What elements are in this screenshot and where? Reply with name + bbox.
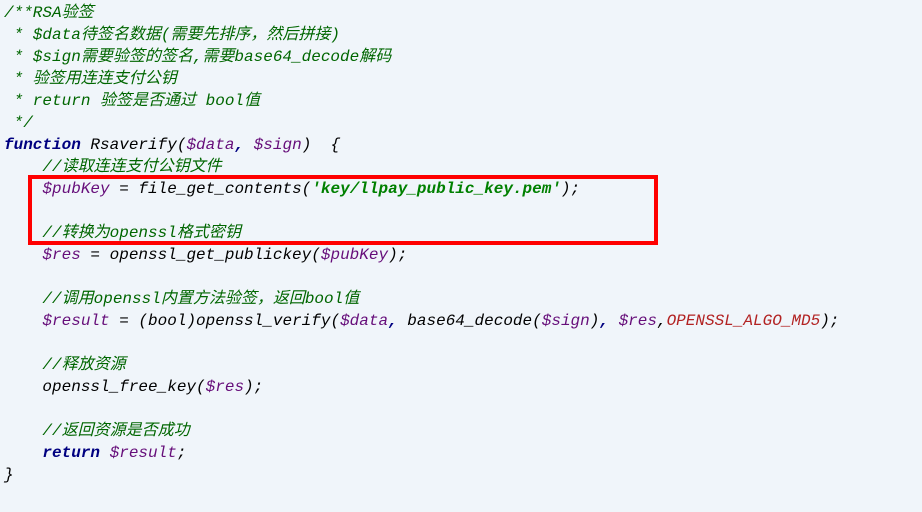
plain: , xyxy=(388,312,407,330)
function-call: openssl_get_publickey xyxy=(110,246,312,264)
plain: ); xyxy=(561,180,580,198)
comment-line: //释放资源 xyxy=(42,356,125,374)
plain: ) xyxy=(186,312,196,330)
variable: $result xyxy=(42,312,109,330)
function-call: openssl_verify xyxy=(196,312,330,330)
keyword-return: return xyxy=(42,444,100,462)
comment-line: //读取连连支付公钥文件 xyxy=(42,158,221,176)
plain: ( xyxy=(330,312,340,330)
plain: = ( xyxy=(110,312,148,330)
comment-line: * 验签用连连支付公钥 xyxy=(4,70,177,88)
comment-line: //调用openssl内置方法验签，返回bool值 xyxy=(42,290,359,308)
plain: , xyxy=(599,312,618,330)
comment-line: * return 验签是否通过 bool值 xyxy=(4,92,260,110)
function-name: Rsaverify xyxy=(90,136,176,154)
variable: $res xyxy=(206,378,244,396)
code-viewer: /**RSA验签 * $data待签名数据(需要先排序，然后拼接) * $sig… xyxy=(0,0,922,512)
variable: $pubKey xyxy=(42,180,109,198)
plain: ( xyxy=(196,378,206,396)
variable: $res xyxy=(619,312,657,330)
keyword-function: function xyxy=(4,136,81,154)
plain: ; xyxy=(177,444,187,462)
plain xyxy=(81,136,91,154)
plain: ( xyxy=(311,246,321,264)
plain: ) xyxy=(590,312,600,330)
cast: bool xyxy=(148,312,186,330)
variable: $data xyxy=(340,312,388,330)
variable: $data xyxy=(186,136,234,154)
variable: $pubKey xyxy=(321,246,388,264)
plain: , xyxy=(234,136,253,154)
plain xyxy=(100,444,110,462)
variable: $sign xyxy=(254,136,302,154)
plain: } xyxy=(4,466,14,484)
comment-line: /**RSA验签 xyxy=(4,4,94,22)
function-call: file_get_contents xyxy=(138,180,301,198)
plain: = xyxy=(110,180,139,198)
plain: = xyxy=(81,246,110,264)
comment-line: * $data待签名数据(需要先排序，然后拼接) xyxy=(4,26,340,44)
comment-line: //返回资源是否成功 xyxy=(42,422,189,440)
plain: ( xyxy=(302,180,312,198)
variable: $sign xyxy=(542,312,590,330)
string-literal: 'key/llpay_public_key.pem' xyxy=(311,180,561,198)
plain: ); xyxy=(244,378,263,396)
plain: ( xyxy=(177,136,187,154)
comment-line: * $sign需要验签的签名,需要base64_decode解码 xyxy=(4,48,391,66)
comment-line: */ xyxy=(4,114,33,132)
constant: OPENSSL_ALGO_MD5 xyxy=(667,312,821,330)
function-call: base64_decode xyxy=(407,312,532,330)
function-call: openssl_free_key xyxy=(42,378,196,396)
plain: ) { xyxy=(302,136,340,154)
plain: ); xyxy=(388,246,407,264)
variable: $result xyxy=(110,444,177,462)
plain: ( xyxy=(532,312,542,330)
plain: , xyxy=(657,312,667,330)
plain: ); xyxy=(820,312,839,330)
comment-line: //转换为openssl格式密钥 xyxy=(42,224,240,242)
variable: $res xyxy=(42,246,80,264)
php-code-block: /**RSA验签 * $data待签名数据(需要先排序，然后拼接) * $sig… xyxy=(0,0,922,488)
